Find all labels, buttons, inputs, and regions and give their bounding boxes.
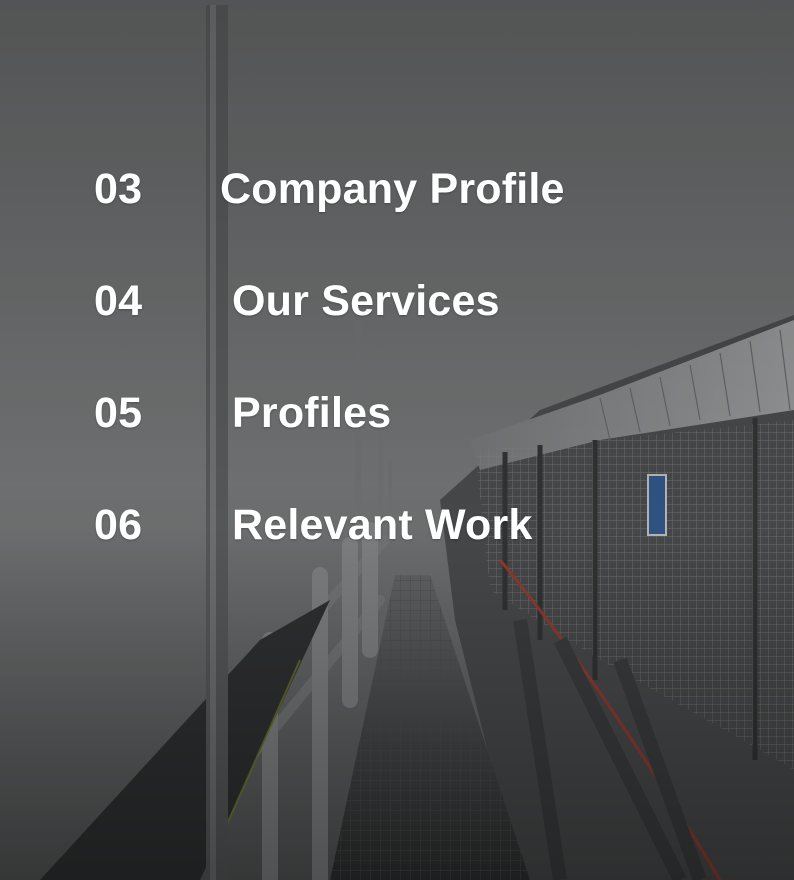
table-of-contents: 03 Company Profile 04 Our Services 05 Pr…: [0, 0, 794, 880]
toc-title: Profiles: [232, 388, 392, 437]
contents-page: 03 Company Profile 04 Our Services 05 Pr…: [0, 0, 794, 880]
toc-title: Relevant Work: [232, 500, 533, 549]
toc-item-our-services[interactable]: 04 Our Services: [94, 271, 500, 331]
toc-title: Company Profile: [220, 164, 565, 213]
toc-number: 05: [94, 388, 143, 437]
toc-item-relevant-work[interactable]: 06 Relevant Work: [94, 495, 533, 555]
toc-item-company-profile[interactable]: 03 Company Profile: [94, 159, 565, 219]
toc-title: Our Services: [232, 276, 500, 325]
toc-item-profiles[interactable]: 05 Profiles: [94, 383, 391, 443]
toc-number: 04: [94, 276, 143, 325]
toc-number: 03: [94, 164, 143, 213]
toc-number: 06: [94, 500, 143, 549]
